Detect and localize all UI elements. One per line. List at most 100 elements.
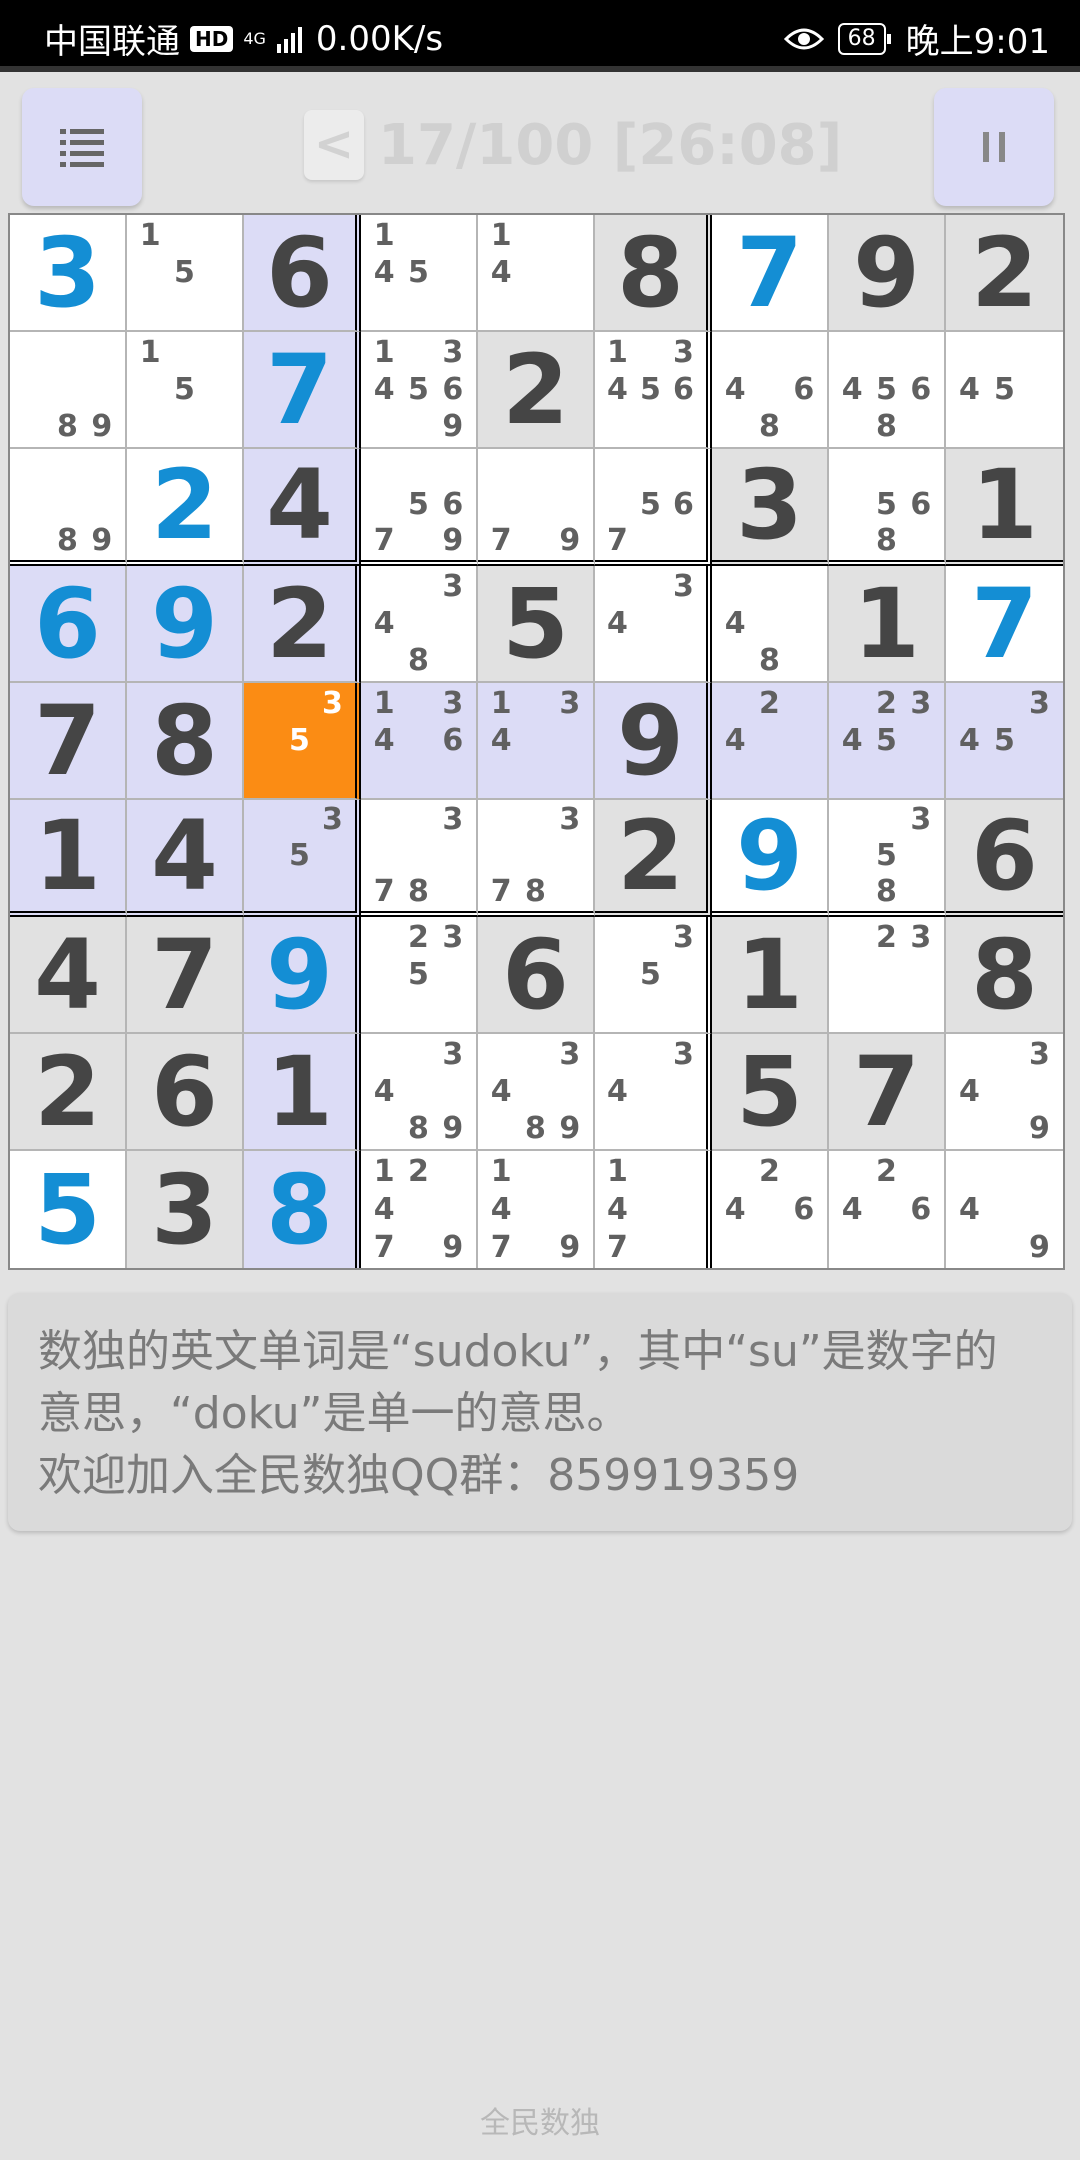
- sudoku-cell[interactable]: 5: [478, 566, 595, 683]
- sudoku-cell[interactable]: 1: [244, 1034, 361, 1151]
- sudoku-cell[interactable]: 4: [127, 800, 244, 917]
- sudoku-cell[interactable]: 7: [712, 215, 829, 332]
- sudoku-cell[interactable]: 3 78: [478, 800, 595, 917]
- sudoku-cell[interactable]: 235: [361, 917, 478, 1034]
- pencil-marks: 23 45: [835, 685, 938, 796]
- sudoku-cell[interactable]: 9: [127, 566, 244, 683]
- sudoku-cell[interactable]: 7: [127, 917, 244, 1034]
- sudoku-cell[interactable]: 1247 9: [361, 1151, 478, 1268]
- sudoku-cell[interactable]: 1: [712, 917, 829, 1034]
- sudoku-cell[interactable]: 9: [829, 215, 946, 332]
- sudoku-cell[interactable]: 1 3 456: [595, 332, 712, 449]
- pencil-mark: 8: [57, 408, 78, 444]
- sudoku-cell[interactable]: 4: [244, 449, 361, 566]
- sudoku-cell[interactable]: 9: [244, 917, 361, 1034]
- sudoku-cell[interactable]: 3: [10, 215, 127, 332]
- sudoku-cell[interactable]: 79: [478, 449, 595, 566]
- sudoku-cell[interactable]: 6: [127, 1034, 244, 1151]
- sudoku-cell[interactable]: 24 6: [712, 1151, 829, 1268]
- pencil-mark: 5: [289, 722, 310, 758]
- sudoku-cell[interactable]: 6: [244, 215, 361, 332]
- sudoku-cell[interactable]: 2: [478, 332, 595, 449]
- sudoku-cell[interactable]: 568: [829, 449, 946, 566]
- sudoku-cell[interactable]: 56 7 9: [361, 449, 478, 566]
- sudoku-cell[interactable]: 3 489: [361, 1034, 478, 1151]
- sudoku-cell[interactable]: 15: [127, 215, 244, 332]
- menu-button[interactable]: [22, 88, 142, 206]
- sudoku-cell[interactable]: 24: [712, 683, 829, 800]
- sudoku-cell[interactable]: 8: [946, 917, 1063, 1034]
- sudoku-cell[interactable]: 35: [595, 917, 712, 1034]
- sudoku-cell[interactable]: 4 68: [712, 332, 829, 449]
- pencil-mark: 1: [607, 1154, 628, 1190]
- sudoku-cell[interactable]: 5: [10, 1151, 127, 1268]
- sudoku-cell[interactable]: 358: [829, 800, 946, 917]
- sudoku-cell[interactable]: 14: [478, 215, 595, 332]
- sudoku-cell[interactable]: 2: [946, 215, 1063, 332]
- sudoku-cell[interactable]: 34: [595, 566, 712, 683]
- pause-button[interactable]: [934, 88, 1054, 206]
- sudoku-cell[interactable]: 45: [946, 332, 1063, 449]
- cell-value: 9: [736, 799, 803, 912]
- sudoku-cell[interactable]: 8: [127, 683, 244, 800]
- puzzle-progress-timer: 17/100 [26:08]: [378, 113, 843, 178]
- previous-puzzle-button[interactable]: <: [304, 110, 364, 180]
- sudoku-cell[interactable]: 6: [10, 566, 127, 683]
- sudoku-cell[interactable]: 147: [595, 1151, 712, 1268]
- sudoku-cell[interactable]: 35: [244, 683, 361, 800]
- sudoku-cell[interactable]: 9: [595, 683, 712, 800]
- sudoku-cell[interactable]: 1 3 4 6: [361, 683, 478, 800]
- cell-value: 3: [151, 1153, 218, 1266]
- sudoku-cell[interactable]: 24 6: [829, 1151, 946, 1268]
- sudoku-cell[interactable]: 6: [946, 800, 1063, 917]
- sudoku-cell[interactable]: 5: [712, 1034, 829, 1151]
- sudoku-cell[interactable]: 2: [127, 449, 244, 566]
- sudoku-cell[interactable]: 89: [10, 449, 127, 566]
- pencil-mark: 1: [373, 1154, 395, 1190]
- sudoku-cell[interactable]: 3 489: [478, 1034, 595, 1151]
- sudoku-cell[interactable]: 7: [244, 332, 361, 449]
- sudoku-cell[interactable]: 1: [829, 566, 946, 683]
- pencil-mark: 1: [373, 334, 395, 370]
- sudoku-cell[interactable]: 2: [244, 566, 361, 683]
- sudoku-cell[interactable]: 145: [361, 215, 478, 332]
- sudoku-cell[interactable]: 56 7: [595, 449, 712, 566]
- sudoku-cell[interactable]: 35: [244, 800, 361, 917]
- sudoku-cell[interactable]: 4568: [829, 332, 946, 449]
- pencil-marks: 24 6: [718, 1153, 821, 1266]
- sudoku-cell[interactable]: 49: [946, 1151, 1063, 1268]
- sudoku-cell[interactable]: 23 45: [829, 683, 946, 800]
- pencil-mark: 3: [559, 802, 581, 838]
- sudoku-cell[interactable]: 3 48: [361, 566, 478, 683]
- sudoku-cell[interactable]: 2: [10, 1034, 127, 1151]
- sudoku-cell[interactable]: 3 4 9: [946, 1034, 1063, 1151]
- pencil-mark: 8: [408, 873, 429, 909]
- pencil-mark: 4: [373, 1191, 395, 1227]
- sudoku-cell[interactable]: 6: [478, 917, 595, 1034]
- sudoku-cell[interactable]: 1: [946, 449, 1063, 566]
- sudoku-cell[interactable]: 3 45: [946, 683, 1063, 800]
- pencil-marks: 1 3 4569: [367, 334, 470, 445]
- sudoku-cell[interactable]: 8: [244, 1151, 361, 1268]
- sudoku-cell[interactable]: 15: [127, 332, 244, 449]
- sudoku-cell[interactable]: 23: [829, 917, 946, 1034]
- sudoku-cell[interactable]: 4: [10, 917, 127, 1034]
- pencil-mark: 4: [490, 1073, 512, 1109]
- sudoku-cell[interactable]: 1 3 4569: [361, 332, 478, 449]
- sudoku-cell[interactable]: 2: [595, 800, 712, 917]
- sudoku-cell[interactable]: 7: [10, 683, 127, 800]
- sudoku-cell[interactable]: 147 9: [478, 1151, 595, 1268]
- sudoku-cell[interactable]: 8: [595, 215, 712, 332]
- sudoku-cell[interactable]: 9: [712, 800, 829, 917]
- sudoku-cell[interactable]: 7: [829, 1034, 946, 1151]
- sudoku-cell[interactable]: 7: [946, 566, 1063, 683]
- sudoku-cell[interactable]: 3: [712, 449, 829, 566]
- sudoku-cell[interactable]: 3 78: [361, 800, 478, 917]
- sudoku-cell[interactable]: 1 3 4: [478, 683, 595, 800]
- pencil-marks: 89: [16, 334, 119, 445]
- sudoku-cell[interactable]: 3: [127, 1151, 244, 1268]
- sudoku-cell[interactable]: 89: [10, 332, 127, 449]
- sudoku-cell[interactable]: 1: [10, 800, 127, 917]
- sudoku-cell[interactable]: 34: [595, 1034, 712, 1151]
- sudoku-cell[interactable]: 48: [712, 566, 829, 683]
